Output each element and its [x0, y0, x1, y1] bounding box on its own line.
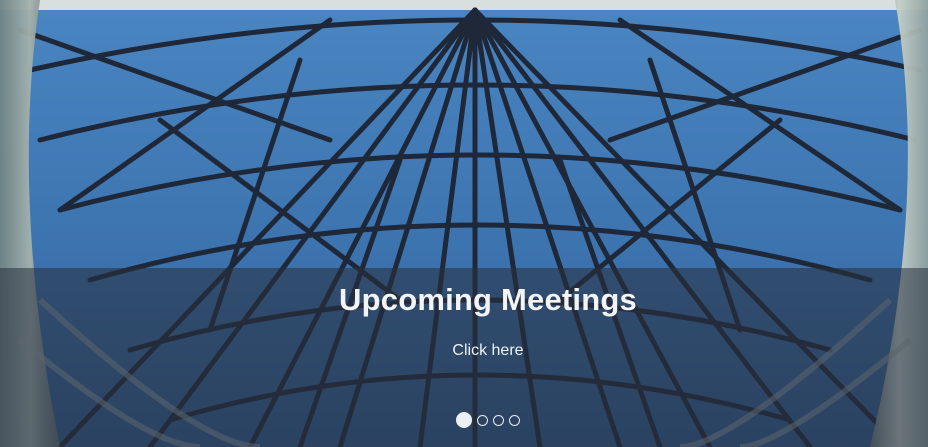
slide-title: Upcoming Meetings	[339, 282, 637, 317]
carousel-dot-3[interactable]	[493, 415, 504, 426]
hero-carousel[interactable]: Upcoming Meetings Click here	[0, 0, 928, 447]
click-here-link[interactable]: Click here	[0, 342, 928, 360]
carousel-pagination	[0, 412, 928, 428]
carousel-dot-2[interactable]	[477, 415, 488, 426]
carousel-dot-1[interactable]	[456, 412, 472, 428]
carousel-dot-4[interactable]	[509, 415, 520, 426]
